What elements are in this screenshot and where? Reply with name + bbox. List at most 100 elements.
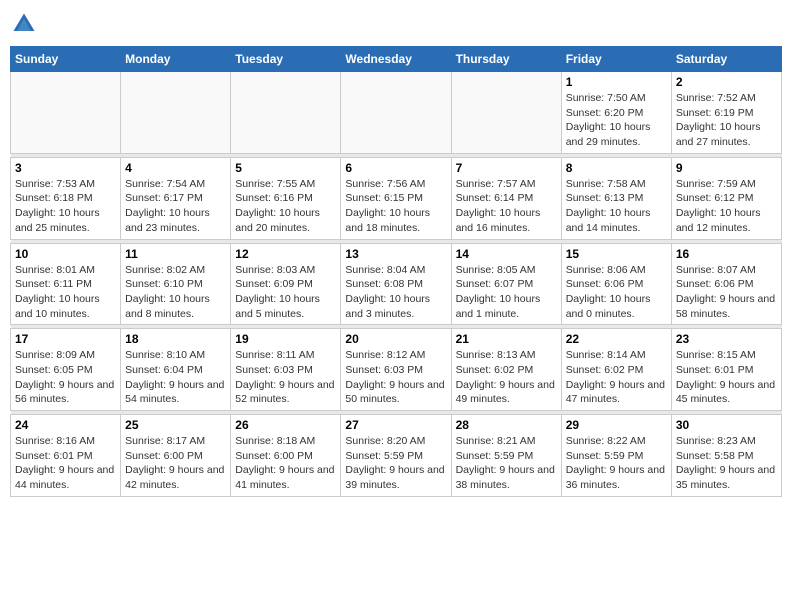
calendar-day: 3 Sunrise: 7:53 AM Sunset: 6:18 PM Daylig… bbox=[11, 157, 121, 239]
page-header bbox=[10, 10, 782, 38]
calendar-day bbox=[451, 72, 561, 154]
calendar-day: 17 Sunrise: 8:09 AM Sunset: 6:05 PM Dayli… bbox=[11, 329, 121, 411]
day-info: Sunrise: 7:53 AM Sunset: 6:18 PM Dayligh… bbox=[15, 177, 116, 236]
day-info: Sunrise: 7:57 AM Sunset: 6:14 PM Dayligh… bbox=[456, 177, 557, 236]
day-info: Sunrise: 8:13 AM Sunset: 6:02 PM Dayligh… bbox=[456, 348, 557, 407]
calendar-day bbox=[341, 72, 451, 154]
day-number: 29 bbox=[566, 418, 667, 432]
day-number: 15 bbox=[566, 247, 667, 261]
calendar-day: 10 Sunrise: 8:01 AM Sunset: 6:11 PM Dayli… bbox=[11, 243, 121, 325]
day-info: Sunrise: 8:10 AM Sunset: 6:04 PM Dayligh… bbox=[125, 348, 226, 407]
day-info: Sunrise: 8:07 AM Sunset: 6:06 PM Dayligh… bbox=[676, 263, 777, 322]
calendar-day: 18 Sunrise: 8:10 AM Sunset: 6:04 PM Dayli… bbox=[121, 329, 231, 411]
calendar-table: SundayMondayTuesdayWednesdayThursdayFrid… bbox=[10, 46, 782, 497]
day-number: 14 bbox=[456, 247, 557, 261]
day-info: Sunrise: 8:18 AM Sunset: 6:00 PM Dayligh… bbox=[235, 434, 336, 493]
calendar-day: 5Sunrise: 7:55 AM Sunset: 6:16 PM Daylig… bbox=[231, 157, 341, 239]
day-number: 26 bbox=[235, 418, 336, 432]
calendar-day: 1 Sunrise: 7:50 AM Sunset: 6:20 PM Daylig… bbox=[561, 72, 671, 154]
calendar-day: 28Sunrise: 8:21 AM Sunset: 5:59 PM Dayli… bbox=[451, 415, 561, 497]
day-number: 4 bbox=[125, 161, 226, 175]
calendar-day bbox=[11, 72, 121, 154]
day-info: Sunrise: 8:11 AM Sunset: 6:03 PM Dayligh… bbox=[235, 348, 336, 407]
calendar-day: 20 Sunrise: 8:12 AM Sunset: 6:03 PM Dayli… bbox=[341, 329, 451, 411]
calendar-day: 29Sunrise: 8:22 AM Sunset: 5:59 PM Dayli… bbox=[561, 415, 671, 497]
logo-icon bbox=[10, 10, 38, 38]
day-info: Sunrise: 7:50 AM Sunset: 6:20 PM Dayligh… bbox=[566, 91, 667, 150]
day-number: 3 bbox=[15, 161, 116, 175]
day-number: 16 bbox=[676, 247, 777, 261]
calendar-day: 16 Sunrise: 8:07 AM Sunset: 6:06 PM Dayli… bbox=[671, 243, 781, 325]
calendar-day: 8 Sunrise: 7:58 AM Sunset: 6:13 PM Daylig… bbox=[561, 157, 671, 239]
calendar-day: 9Sunrise: 7:59 AM Sunset: 6:12 PM Daylig… bbox=[671, 157, 781, 239]
calendar-header-row: SundayMondayTuesdayWednesdayThursdayFrid… bbox=[11, 47, 782, 72]
day-info: Sunrise: 8:23 AM Sunset: 5:58 PM Dayligh… bbox=[676, 434, 777, 493]
calendar-day: 21Sunrise: 8:13 AM Sunset: 6:02 PM Dayli… bbox=[451, 329, 561, 411]
day-header-tuesday: Tuesday bbox=[231, 47, 341, 72]
day-header-saturday: Saturday bbox=[671, 47, 781, 72]
calendar-day: 27Sunrise: 8:20 AM Sunset: 5:59 PM Dayli… bbox=[341, 415, 451, 497]
day-info: Sunrise: 8:06 AM Sunset: 6:06 PM Dayligh… bbox=[566, 263, 667, 322]
day-number: 8 bbox=[566, 161, 667, 175]
day-number: 30 bbox=[676, 418, 777, 432]
calendar-week-2: 3 Sunrise: 7:53 AM Sunset: 6:18 PM Daylig… bbox=[11, 157, 782, 239]
day-number: 6 bbox=[345, 161, 446, 175]
calendar-week-3: 10 Sunrise: 8:01 AM Sunset: 6:11 PM Dayli… bbox=[11, 243, 782, 325]
day-header-monday: Monday bbox=[121, 47, 231, 72]
day-info: Sunrise: 8:21 AM Sunset: 5:59 PM Dayligh… bbox=[456, 434, 557, 493]
day-info: Sunrise: 8:01 AM Sunset: 6:11 PM Dayligh… bbox=[15, 263, 116, 322]
day-info: Sunrise: 8:09 AM Sunset: 6:05 PM Dayligh… bbox=[15, 348, 116, 407]
calendar-day: 24 Sunrise: 8:16 AM Sunset: 6:01 PM Dayli… bbox=[11, 415, 121, 497]
logo bbox=[10, 10, 42, 38]
day-header-sunday: Sunday bbox=[11, 47, 121, 72]
day-number: 20 bbox=[345, 332, 446, 346]
day-header-friday: Friday bbox=[561, 47, 671, 72]
calendar-day: 12 Sunrise: 8:03 AM Sunset: 6:09 PM Dayli… bbox=[231, 243, 341, 325]
day-number: 17 bbox=[15, 332, 116, 346]
day-info: Sunrise: 7:58 AM Sunset: 6:13 PM Dayligh… bbox=[566, 177, 667, 236]
day-number: 2 bbox=[676, 75, 777, 89]
calendar-day: 19Sunrise: 8:11 AM Sunset: 6:03 PM Dayli… bbox=[231, 329, 341, 411]
day-number: 7 bbox=[456, 161, 557, 175]
day-number: 10 bbox=[15, 247, 116, 261]
day-info: Sunrise: 8:04 AM Sunset: 6:08 PM Dayligh… bbox=[345, 263, 446, 322]
calendar-week-5: 24 Sunrise: 8:16 AM Sunset: 6:01 PM Dayli… bbox=[11, 415, 782, 497]
day-info: Sunrise: 8:20 AM Sunset: 5:59 PM Dayligh… bbox=[345, 434, 446, 493]
day-info: Sunrise: 7:52 AM Sunset: 6:19 PM Dayligh… bbox=[676, 91, 777, 150]
calendar-day: 26 Sunrise: 8:18 AM Sunset: 6:00 PM Dayli… bbox=[231, 415, 341, 497]
day-info: Sunrise: 7:59 AM Sunset: 6:12 PM Dayligh… bbox=[676, 177, 777, 236]
calendar-week-1: 1 Sunrise: 7:50 AM Sunset: 6:20 PM Daylig… bbox=[11, 72, 782, 154]
calendar-day: 22Sunrise: 8:14 AM Sunset: 6:02 PM Dayli… bbox=[561, 329, 671, 411]
day-number: 24 bbox=[15, 418, 116, 432]
day-number: 11 bbox=[125, 247, 226, 261]
calendar-day: 6 Sunrise: 7:56 AM Sunset: 6:15 PM Daylig… bbox=[341, 157, 451, 239]
day-number: 5 bbox=[235, 161, 336, 175]
calendar-day: 30 Sunrise: 8:23 AM Sunset: 5:58 PM Dayli… bbox=[671, 415, 781, 497]
day-info: Sunrise: 8:12 AM Sunset: 6:03 PM Dayligh… bbox=[345, 348, 446, 407]
day-number: 13 bbox=[345, 247, 446, 261]
calendar-day bbox=[121, 72, 231, 154]
day-number: 25 bbox=[125, 418, 226, 432]
day-number: 1 bbox=[566, 75, 667, 89]
day-info: Sunrise: 8:15 AM Sunset: 6:01 PM Dayligh… bbox=[676, 348, 777, 407]
calendar-day: 13 Sunrise: 8:04 AM Sunset: 6:08 PM Dayli… bbox=[341, 243, 451, 325]
day-header-thursday: Thursday bbox=[451, 47, 561, 72]
day-number: 22 bbox=[566, 332, 667, 346]
calendar-day: 11 Sunrise: 8:02 AM Sunset: 6:10 PM Dayli… bbox=[121, 243, 231, 325]
day-info: Sunrise: 8:17 AM Sunset: 6:00 PM Dayligh… bbox=[125, 434, 226, 493]
calendar-week-4: 17 Sunrise: 8:09 AM Sunset: 6:05 PM Dayli… bbox=[11, 329, 782, 411]
day-info: Sunrise: 8:02 AM Sunset: 6:10 PM Dayligh… bbox=[125, 263, 226, 322]
day-number: 18 bbox=[125, 332, 226, 346]
day-info: Sunrise: 8:16 AM Sunset: 6:01 PM Dayligh… bbox=[15, 434, 116, 493]
calendar-day: 7 Sunrise: 7:57 AM Sunset: 6:14 PM Daylig… bbox=[451, 157, 561, 239]
calendar-day: 4Sunrise: 7:54 AM Sunset: 6:17 PM Daylig… bbox=[121, 157, 231, 239]
day-info: Sunrise: 7:56 AM Sunset: 6:15 PM Dayligh… bbox=[345, 177, 446, 236]
day-info: Sunrise: 8:03 AM Sunset: 6:09 PM Dayligh… bbox=[235, 263, 336, 322]
calendar-day: 25 Sunrise: 8:17 AM Sunset: 6:00 PM Dayli… bbox=[121, 415, 231, 497]
calendar-day: 23 Sunrise: 8:15 AM Sunset: 6:01 PM Dayli… bbox=[671, 329, 781, 411]
day-header-wednesday: Wednesday bbox=[341, 47, 451, 72]
day-number: 12 bbox=[235, 247, 336, 261]
calendar-day bbox=[231, 72, 341, 154]
calendar-day: 15 Sunrise: 8:06 AM Sunset: 6:06 PM Dayli… bbox=[561, 243, 671, 325]
day-number: 23 bbox=[676, 332, 777, 346]
